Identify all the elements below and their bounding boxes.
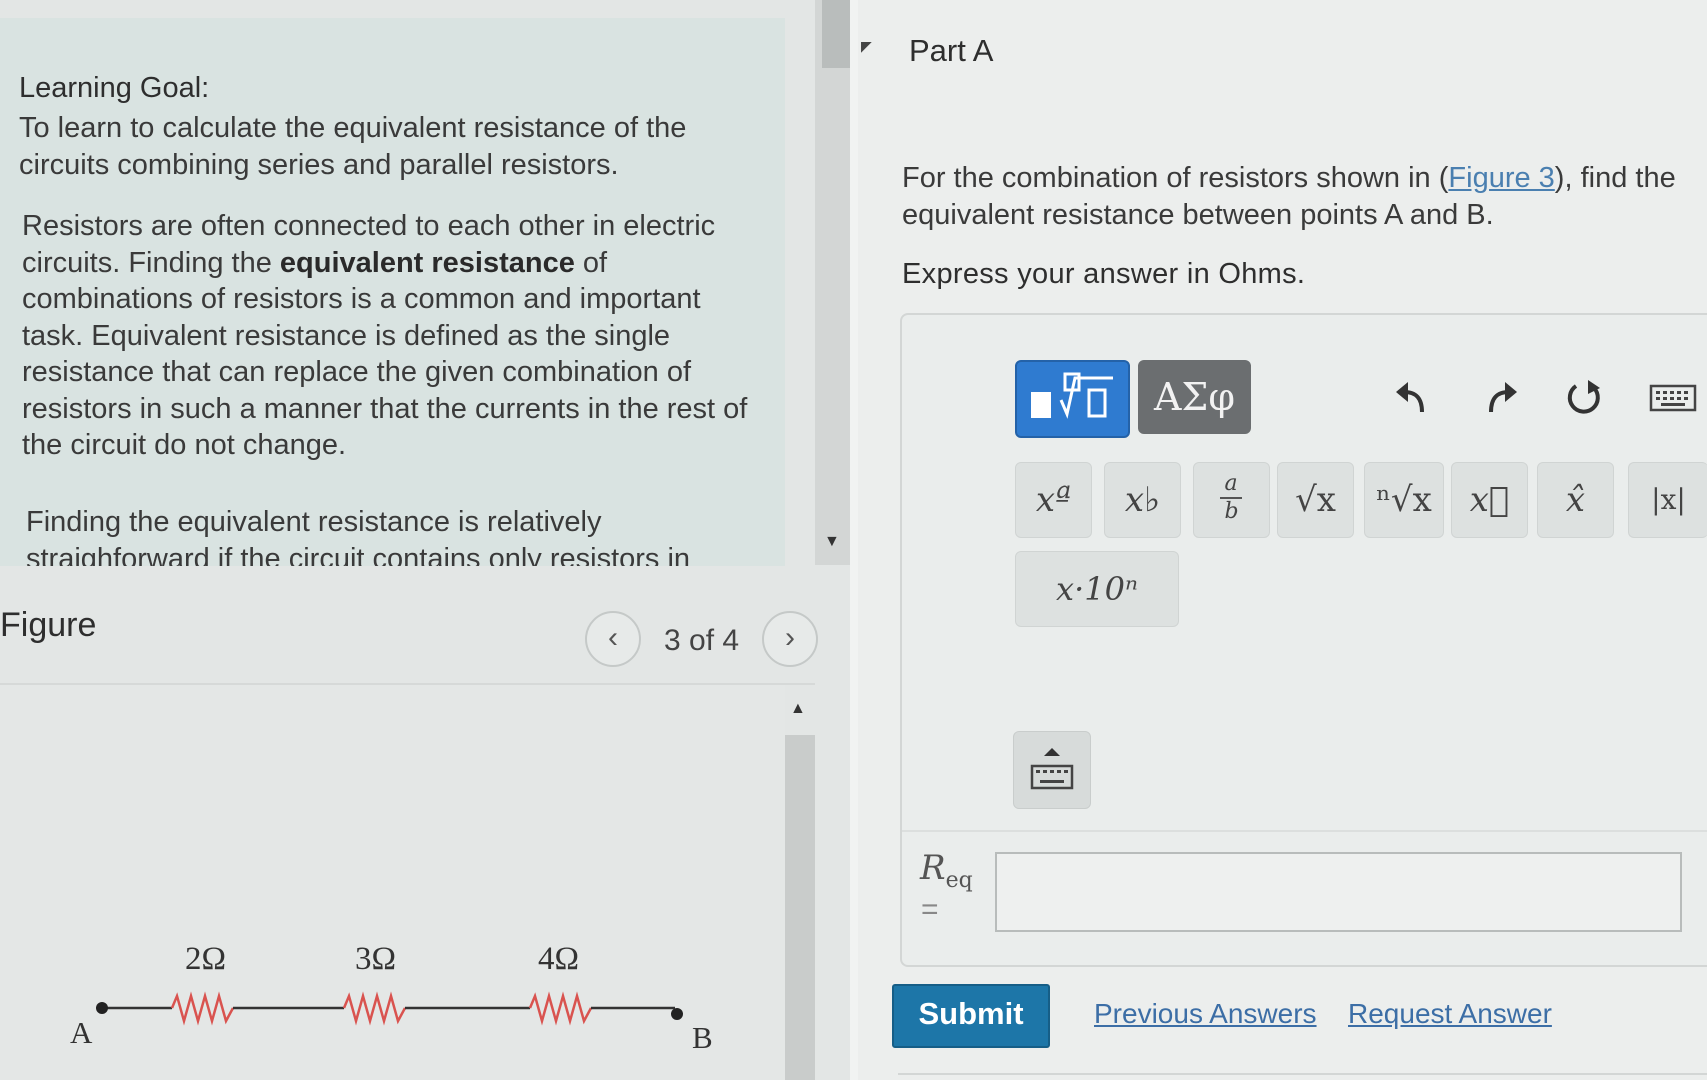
scroll-up-arrow-icon[interactable]: ▲ <box>790 700 806 718</box>
resistor-label: 3Ω <box>355 941 396 977</box>
learning-goal-title: Learning Goal: <box>19 72 210 104</box>
figure-prev-button[interactable]: ‹ <box>585 611 641 667</box>
figure-next-button[interactable]: › <box>762 611 818 667</box>
undo-icon[interactable] <box>1392 378 1432 418</box>
panel-divider[interactable] <box>850 0 858 1080</box>
power-template-button[interactable]: xª <box>1015 462 1092 538</box>
variable-symbol: R <box>920 848 946 888</box>
redo-icon[interactable] <box>1481 378 1521 418</box>
divider <box>898 1073 1707 1075</box>
scrollbar-thumb[interactable] <box>822 0 850 68</box>
resistor-2-ohm <box>170 991 235 1026</box>
keyboard-toggle-icon <box>1030 748 1074 790</box>
circuit-diagram: 2Ω 3Ω 4Ω A B <box>70 941 713 1055</box>
keyboard-toggle-button[interactable] <box>1013 731 1091 809</box>
templates-button[interactable] <box>1015 360 1130 438</box>
figure-counter: 3 of 4 <box>664 624 740 657</box>
chevron-left-icon: ‹ <box>608 621 618 654</box>
templates-icon <box>1031 372 1113 419</box>
resistor-labels: 2Ω 3Ω 4Ω <box>185 941 579 977</box>
previous-answers-link[interactable]: Previous Answers <box>1094 998 1317 1030</box>
greek-symbols-button[interactable]: ΑΣφ <box>1138 360 1251 434</box>
equals-sign: = <box>921 893 939 926</box>
left-panel: Learning Goal: To learn to calculate the… <box>0 0 852 1080</box>
fraction-template-button[interactable]: a b <box>1193 462 1270 538</box>
answer-instruction: Express your answer in Ohms. <box>902 258 1306 290</box>
sqrt-template-button[interactable]: √x <box>1277 462 1354 538</box>
submit-button[interactable]: Submit <box>892 984 1050 1048</box>
fraction-numerator: a <box>1220 471 1242 499</box>
scroll-down-arrow-icon[interactable]: ▼ <box>824 533 840 551</box>
vector-template-button[interactable]: x⃗ <box>1451 462 1528 538</box>
scrollbar-track[interactable] <box>815 0 852 565</box>
learning-goal-paragraph-2: Finding the equivalent resistance is rel… <box>26 506 691 566</box>
resistor-3-ohm <box>342 991 407 1026</box>
resistor-4-ohm <box>528 991 593 1026</box>
learning-goal-box: Learning Goal: To learn to calculate the… <box>0 18 785 566</box>
figure-link[interactable]: Figure 3 <box>1448 162 1554 194</box>
terminal-b-dot <box>671 1008 683 1020</box>
abs-template-button[interactable]: |x| <box>1628 462 1707 538</box>
nthroot-template-button[interactable]: ⁿ√x <box>1364 462 1444 538</box>
learning-goal-paragraph: Resistors are often connected to each ot… <box>22 208 752 464</box>
part-title[interactable]: Part A <box>909 33 993 69</box>
figure-scrollbar[interactable] <box>785 735 815 1080</box>
keyboard-icon[interactable] <box>1649 378 1697 418</box>
right-panel: ◤ Part A For the combination of resistor… <box>858 0 1707 1080</box>
divider <box>902 830 1707 832</box>
resistor-label: 2Ω <box>185 941 226 977</box>
point-a-label: A <box>70 1015 93 1050</box>
learning-goal-intro: To learn to calculate the equivalent res… <box>19 112 687 181</box>
figure-label: Figure <box>0 606 97 644</box>
chevron-right-icon: › <box>785 621 795 654</box>
scientific-notation-button[interactable]: x·10ⁿ <box>1015 551 1179 627</box>
bold-term: equivalent resistance <box>279 246 575 279</box>
fraction-denominator: b <box>1224 499 1239 524</box>
variable-subscript: eq <box>945 867 973 893</box>
question-text: For the combination of resistors shown i… <box>902 160 1692 234</box>
terminal-a-dot <box>96 1002 108 1014</box>
question-text-start: For the combination of resistors shown i… <box>902 162 1449 194</box>
answer-input[interactable] <box>995 852 1682 932</box>
subscript-template-button[interactable]: x♭ <box>1104 462 1181 538</box>
point-b-label: B <box>692 1020 713 1055</box>
reset-icon[interactable] <box>1564 378 1604 418</box>
answer-variable-label: Req <box>920 848 973 893</box>
unit-vector-template-button[interactable]: x̂ <box>1537 462 1614 538</box>
collapse-caret-icon[interactable]: ◤ <box>861 38 872 55</box>
request-answer-link[interactable]: Request Answer <box>1348 998 1552 1030</box>
resistor-label: 4Ω <box>538 941 579 977</box>
